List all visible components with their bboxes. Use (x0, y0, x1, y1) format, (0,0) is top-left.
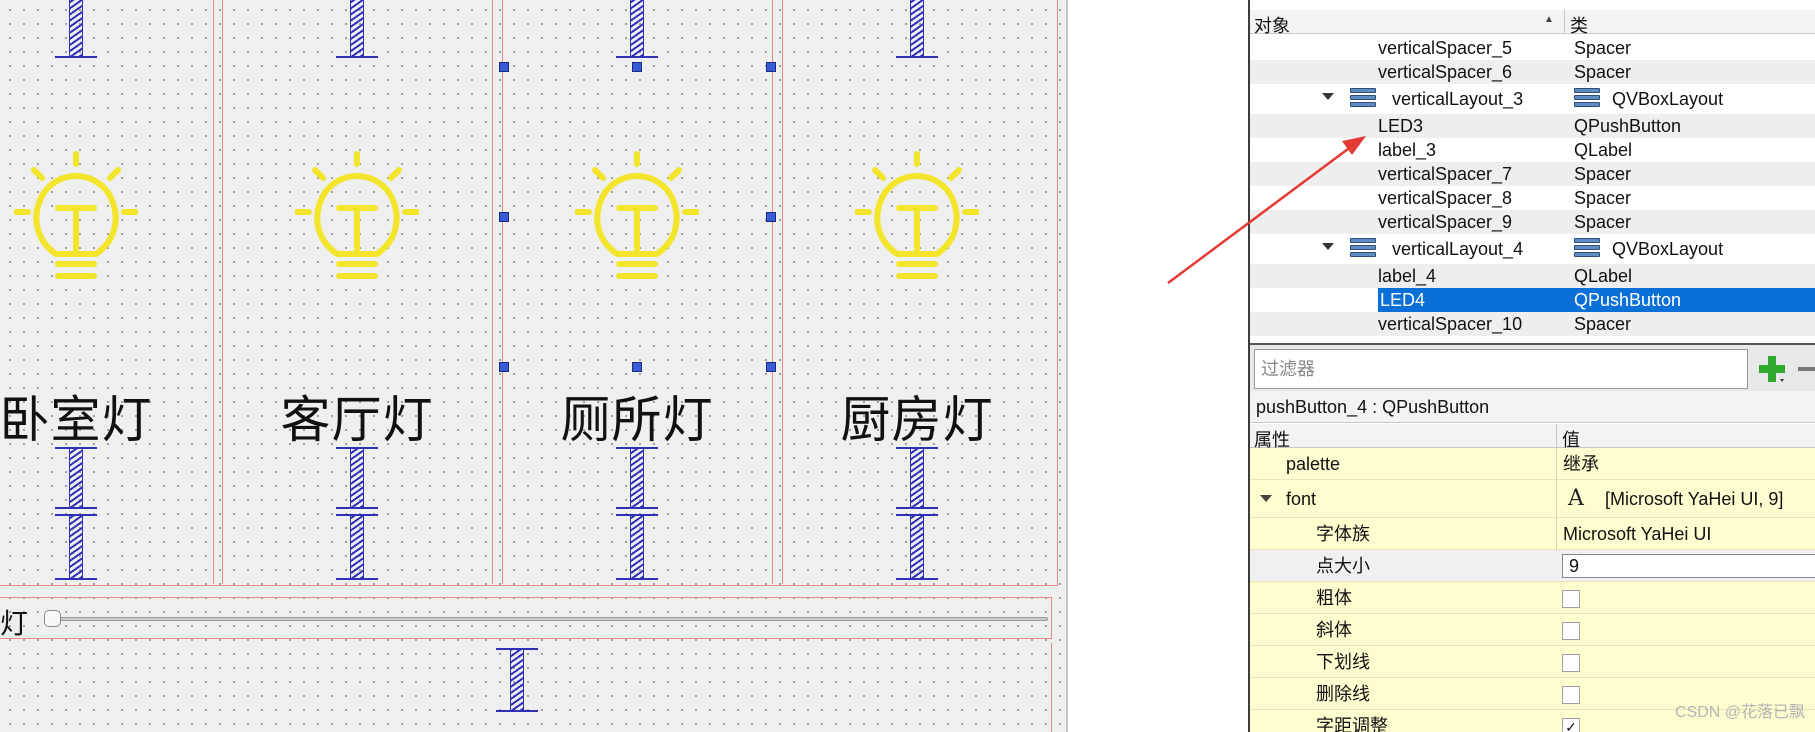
property-row-bold[interactable]: 粗体 (1250, 582, 1815, 614)
lightbulb-icon[interactable] (855, 150, 979, 284)
vertical-spacer (616, 447, 658, 509)
property-editor-header: 属性 值 (1250, 424, 1815, 450)
property-row-italic[interactable]: 斜体 (1250, 614, 1815, 646)
collapse-arrow-icon[interactable] (1260, 495, 1272, 502)
font-icon: A (1568, 486, 1584, 511)
lamp-label: 客厅灯 (280, 391, 434, 449)
object-inspector-tree[interactable]: verticalSpacer_5 Spacer verticalSpacer_6 S… (1250, 36, 1815, 349)
tree-row-layout[interactable]: verticalLayout_4 QVBoxLayout (1250, 234, 1815, 264)
tree-row[interactable]: verticalSpacer_10 Spacer (1250, 312, 1815, 336)
expand-arrow-icon[interactable] (1322, 93, 1334, 100)
lamp-label: 卧室灯 (0, 391, 153, 449)
form-canvas[interactable]: 卧室灯 客厅灯 厕所灯 厨房灯 灯 (0, 0, 1068, 732)
tree-row[interactable]: verticalSpacer_7 Spacer (1250, 162, 1815, 186)
property-filter-bar (1250, 343, 1815, 391)
vertical-spacer (336, 447, 378, 509)
layout-divider (492, 0, 493, 584)
property-row-font[interactable]: font [Microsoft YaHei UI, 9] A (1250, 480, 1815, 518)
vboxlayout-icon (1574, 88, 1600, 110)
sort-ascending-icon: ▲ (1544, 14, 1554, 25)
vertical-spacer (336, 0, 378, 58)
resize-handle[interactable] (499, 362, 509, 372)
property-row-underline[interactable]: 下划线 (1250, 646, 1815, 678)
layout-divider (772, 0, 773, 584)
property-row-font-family[interactable]: 字体族 Microsoft YaHei UI (1250, 518, 1815, 550)
lamp-column-livingroom: 客厅灯 (222, 0, 492, 584)
italic-checkbox[interactable] (1562, 622, 1580, 640)
lamp-column-kitchen: 厨房灯 (782, 0, 1052, 584)
tree-row[interactable]: label_3 QLabel (1250, 138, 1815, 162)
vertical-spacer (336, 514, 378, 580)
vertical-spacer (896, 447, 938, 509)
object-inspector-header: 对象 ▲ 类 (1250, 10, 1815, 36)
property-row-palette[interactable]: palette 继承 (1250, 448, 1815, 480)
resize-handle[interactable] (766, 362, 776, 372)
vboxlayout-icon (1574, 238, 1600, 260)
tree-row[interactable]: LED3 QPushButton (1250, 114, 1815, 138)
resize-handle[interactable] (499, 212, 509, 222)
vertical-spacer (896, 514, 938, 580)
vertical-spacer (496, 648, 538, 712)
tree-row[interactable]: label_4 QLabel (1250, 264, 1815, 288)
vertical-spacer (616, 0, 658, 58)
kerning-checkbox[interactable]: ✓ (1562, 718, 1580, 732)
brightness-slider-track[interactable] (52, 617, 1048, 621)
lightbulb-icon[interactable] (14, 150, 138, 284)
column-header-class[interactable]: 类 (1570, 12, 1588, 38)
lamp-label: 厕所灯 (560, 391, 714, 449)
watermark: CSDN @花落已飘 (1674, 704, 1805, 721)
point-size-spinbox[interactable]: 9 (1562, 554, 1815, 578)
slider-label: 灯 (0, 607, 29, 640)
property-editor-table[interactable]: palette 继承 font [Microsoft YaHei UI, 9] … (1250, 448, 1815, 732)
lamp-label: 厨房灯 (840, 391, 994, 449)
panel-gap (1068, 0, 1248, 732)
tree-row[interactable]: verticalSpacer_9 Spacer (1250, 210, 1815, 234)
inspector-dock: 对象 ▲ 类 verticalSpacer_5 Spacer verticalSp… (1248, 0, 1815, 732)
underline-checkbox[interactable] (1562, 654, 1580, 672)
vboxlayout-icon (1350, 238, 1376, 260)
remove-dynamic-property-icon[interactable] (1798, 367, 1815, 371)
tree-row[interactable]: verticalSpacer_6 Spacer (1250, 60, 1815, 84)
lamp-column-bedroom: 卧室灯 (0, 0, 211, 584)
vertical-spacer (896, 0, 938, 58)
designer-side-panel: 对象 ▲ 类 verticalSpacer_5 Spacer verticalSp… (1068, 0, 1815, 732)
column-header-object[interactable]: 对象 (1254, 12, 1290, 38)
resize-handle[interactable] (632, 62, 642, 72)
add-dynamic-property-icon[interactable] (1756, 353, 1788, 385)
resize-handle[interactable] (766, 62, 776, 72)
lightbulb-icon[interactable] (575, 150, 699, 284)
tree-row-selected[interactable]: LED4 QPushButton (1250, 288, 1815, 312)
vertical-spacer (55, 447, 97, 509)
vboxlayout-icon (1350, 88, 1376, 110)
tree-row[interactable]: verticalSpacer_8 Spacer (1250, 186, 1815, 210)
strikeout-checkbox[interactable] (1562, 686, 1580, 704)
vertical-spacer (616, 514, 658, 580)
resize-handle[interactable] (632, 362, 642, 372)
selected-object-line: pushButton_4 : QPushButton (1250, 391, 1815, 423)
tree-row[interactable]: verticalSpacer_5 Spacer (1250, 36, 1815, 60)
property-filter-input[interactable] (1254, 349, 1748, 389)
vertical-spacer (55, 514, 97, 580)
bold-checkbox[interactable] (1562, 590, 1580, 608)
resize-handle[interactable] (766, 212, 776, 222)
vertical-spacer (55, 0, 97, 58)
resize-handle[interactable] (499, 62, 509, 72)
lightbulb-icon[interactable] (295, 150, 419, 284)
expand-arrow-icon[interactable] (1322, 243, 1334, 250)
property-row-point-size[interactable]: 点大小 9 (1250, 550, 1815, 582)
slider-handle[interactable] (44, 610, 61, 627)
tree-row-layout[interactable]: verticalLayout_3 QVBoxLayout (1250, 84, 1815, 114)
layout-divider (213, 0, 214, 584)
lamp-column-toilet: 厕所灯 (502, 0, 772, 584)
